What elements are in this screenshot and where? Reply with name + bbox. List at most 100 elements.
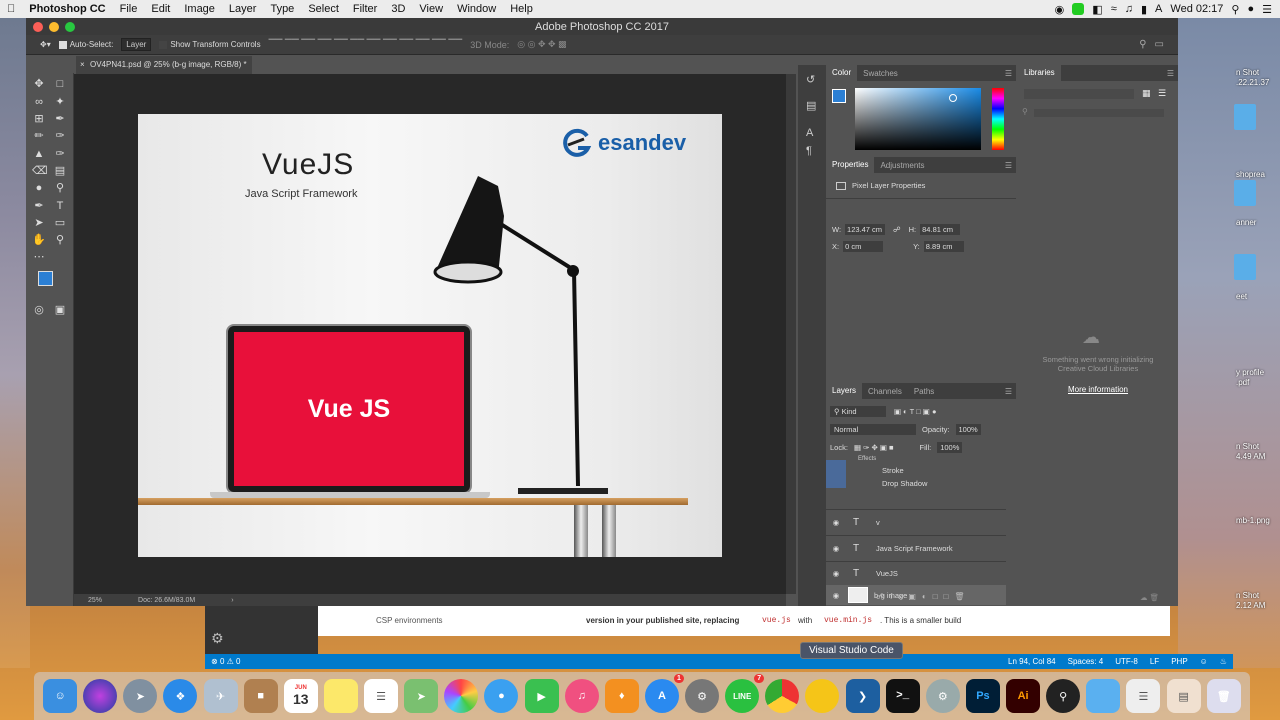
auto-select-dropdown[interactable]: Layer bbox=[121, 38, 152, 51]
desktop-label[interactable]: .pdf bbox=[1236, 378, 1249, 387]
line-ending[interactable]: LF bbox=[1150, 657, 1159, 666]
apple-menu-icon[interactable]:  bbox=[0, 3, 22, 15]
zoom-level[interactable]: 25% bbox=[88, 597, 102, 604]
dodge-tool-icon[interactable]: ⚲ bbox=[53, 181, 67, 195]
visibility-eye-icon[interactable]: ◉ bbox=[826, 544, 846, 553]
safari-icon[interactable]: ❖ bbox=[163, 679, 198, 713]
tab-paths[interactable]: Paths bbox=[908, 387, 940, 396]
history-brush-icon[interactable]: ✑ bbox=[53, 147, 67, 161]
libraries-menu-icon[interactable]: ☰ bbox=[1167, 69, 1178, 78]
list-view-icon[interactable]: ☰ bbox=[1158, 88, 1166, 99]
desktop-label[interactable]: shoprea bbox=[1236, 170, 1265, 179]
launchpad-icon[interactable]: ➤ bbox=[123, 679, 158, 713]
maps-icon[interactable]: ➤ bbox=[404, 679, 439, 713]
photos-icon[interactable] bbox=[444, 679, 479, 713]
align-buttons-icon[interactable]: ▔▔ ▔▔ ▔▔ ▔▔ ▔▔ ▔▔ ▔▔ ▔▔ ▔▔ ▔▔ ▔▔ ▔▔ bbox=[269, 39, 463, 50]
opacity-field[interactable]: 100% bbox=[955, 424, 981, 435]
effect-stroke[interactable]: Stroke bbox=[882, 466, 904, 475]
lock-icons[interactable]: ▦ ✑ ✥ ▣ ■ bbox=[854, 443, 894, 452]
notification-center-icon[interactable]: ☰ bbox=[1262, 3, 1272, 16]
y-field[interactable]: 8.89 cm bbox=[923, 241, 964, 252]
menu-image[interactable]: Image bbox=[177, 3, 222, 15]
eyedropper-tool-icon[interactable]: ✒ bbox=[53, 112, 67, 126]
history-panel-icon[interactable]: ↺ bbox=[806, 73, 815, 86]
messages-icon[interactable]: ● bbox=[484, 679, 519, 713]
notes-icon[interactable] bbox=[323, 679, 358, 713]
type-tool-icon[interactable]: T bbox=[53, 199, 67, 213]
desktop-label[interactable]: n Shot bbox=[1236, 591, 1259, 600]
facetime-icon[interactable]: ▶ bbox=[524, 679, 559, 713]
search-icon[interactable]: ⚲ bbox=[1139, 39, 1146, 50]
line-app-icon[interactable]: LINE 7 bbox=[725, 674, 765, 713]
finder-icon[interactable]: ☺ bbox=[43, 679, 78, 713]
downloads-folder-icon[interactable] bbox=[1086, 679, 1121, 713]
path-select-icon[interactable]: ➤ bbox=[32, 216, 46, 230]
move-tool-icon[interactable]: ✥▾ bbox=[40, 40, 51, 49]
menu-file[interactable]: File bbox=[113, 3, 145, 15]
blur-tool-icon[interactable]: ● bbox=[32, 181, 46, 195]
visibility-eye-icon[interactable]: ◉ bbox=[826, 591, 846, 600]
layers-footer-icons[interactable]: ☍fx▣◐□□🗑 bbox=[876, 592, 971, 601]
crop-tool-icon[interactable]: ⊞ bbox=[32, 112, 46, 126]
more-information-link[interactable]: More information bbox=[1038, 385, 1158, 394]
layer-row[interactable]: ◉ T Java Script Framework bbox=[826, 535, 1006, 561]
desktop-label[interactable]: mb-1.png bbox=[1236, 516, 1270, 525]
trash-icon[interactable]: 🗑 bbox=[1206, 679, 1241, 713]
effect-drop-shadow[interactable]: Drop Shadow bbox=[882, 479, 927, 488]
utility-icon[interactable]: ⚙ bbox=[925, 679, 960, 713]
shape-tool-icon[interactable]: ▭ bbox=[53, 216, 67, 230]
quick-select-tool-icon[interactable]: ✦ bbox=[53, 95, 67, 109]
document-stack-icon[interactable]: ☰ bbox=[1126, 679, 1161, 713]
document-canvas[interactable]: VueJS Java Script Framework esandev Vue … bbox=[138, 114, 722, 557]
library-search-input[interactable] bbox=[1034, 109, 1164, 117]
indent-setting[interactable]: Spaces: 4 bbox=[1068, 657, 1104, 666]
tab-layers[interactable]: Layers bbox=[826, 383, 863, 399]
desktop-label[interactable]: .22.21.37 bbox=[1236, 78, 1269, 87]
siri-icon[interactable]: ● bbox=[1247, 3, 1254, 15]
eraser-tool-icon[interactable]: ⌫ bbox=[32, 164, 48, 178]
layer-name[interactable]: Java Script Framework bbox=[876, 544, 953, 553]
music-icon[interactable]: ♫ bbox=[564, 679, 599, 713]
move-tool-icon[interactable]: ✥ bbox=[32, 77, 46, 91]
vscode-left-item[interactable]: CSP environments bbox=[376, 616, 443, 625]
status-arrow-icon[interactable]: › bbox=[231, 597, 233, 604]
desktop-label[interactable]: 2.12 AM bbox=[1236, 601, 1265, 610]
menu-filter[interactable]: Filter bbox=[346, 3, 384, 15]
menu-3d[interactable]: 3D bbox=[384, 3, 412, 15]
books-icon[interactable]: ♦ bbox=[604, 679, 639, 713]
link-dimensions-icon[interactable]: ☍ bbox=[893, 225, 901, 234]
chrome-icon[interactable] bbox=[765, 679, 800, 713]
wifi-icon[interactable]: ≈ bbox=[1111, 3, 1117, 15]
fill-field[interactable]: 100% bbox=[937, 442, 963, 453]
record-icon[interactable]: ◉ bbox=[1055, 3, 1065, 16]
tab-swatches[interactable]: Swatches bbox=[857, 69, 904, 78]
folder-icon[interactable] bbox=[1234, 104, 1256, 130]
cyberduck-icon[interactable] bbox=[805, 679, 840, 713]
blend-mode-dropdown[interactable]: Normal bbox=[830, 424, 916, 435]
screenshot-stack-icon[interactable]: ▤ bbox=[1166, 679, 1201, 713]
tab-color[interactable]: Color bbox=[826, 65, 858, 81]
menubar-clock[interactable]: Wed 02:17 bbox=[1170, 3, 1223, 15]
canvas-area[interactable]: VueJS Java Script Framework esandev Vue … bbox=[74, 74, 786, 594]
desktop-label[interactable]: n Shot bbox=[1236, 68, 1259, 77]
zoom-tool-icon[interactable]: ⚲ bbox=[53, 233, 67, 247]
menu-type[interactable]: Type bbox=[263, 3, 301, 15]
contacts-icon[interactable]: ■ bbox=[243, 679, 278, 713]
layer-name[interactable]: VueJS bbox=[876, 569, 898, 578]
kind-filter-dropdown[interactable]: ⚲ Kind bbox=[830, 406, 886, 417]
language-mode[interactable]: PHP bbox=[1171, 657, 1187, 666]
menu-window[interactable]: Window bbox=[450, 3, 503, 15]
height-field[interactable]: 84.81 cm bbox=[920, 224, 961, 235]
share-icon[interactable]: ◧ bbox=[1092, 3, 1102, 16]
terminal-icon[interactable]: >_ bbox=[885, 679, 920, 713]
desktop-label[interactable]: 4.49 AM bbox=[1236, 452, 1265, 461]
hue-slider[interactable] bbox=[992, 88, 1004, 150]
reminders-icon[interactable]: ☰ bbox=[364, 679, 399, 713]
library-select[interactable] bbox=[1024, 89, 1134, 99]
grid-view-icon[interactable]: ▦ bbox=[1142, 88, 1151, 99]
visibility-eye-icon[interactable]: ◉ bbox=[826, 518, 846, 527]
menu-view[interactable]: View bbox=[412, 3, 450, 15]
desktop-label[interactable]: anner bbox=[1236, 218, 1256, 227]
folder-icon[interactable] bbox=[1234, 254, 1256, 280]
tab-channels[interactable]: Channels bbox=[862, 387, 908, 396]
